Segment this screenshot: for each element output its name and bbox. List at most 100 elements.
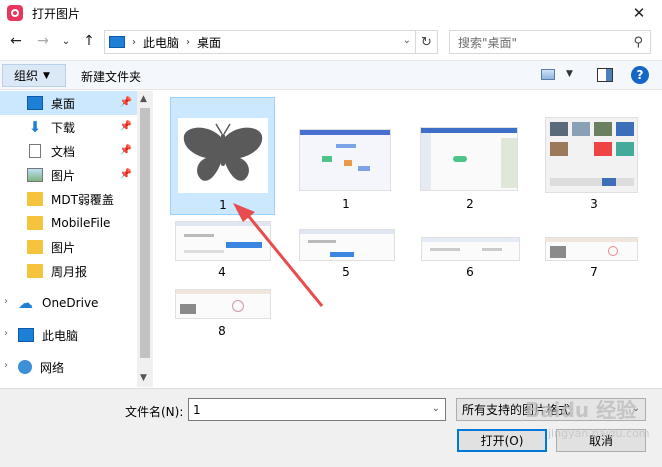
folder-icon xyxy=(27,192,43,206)
image-thumbnail xyxy=(420,127,518,191)
file-tile[interactable]: 3 xyxy=(542,97,647,215)
organize-button[interactable]: 组织 ▼ xyxy=(2,64,66,87)
image-thumbnail xyxy=(421,237,520,261)
file-name: 1 xyxy=(342,197,350,211)
sidebar-item-weekly-report[interactable]: 周月报 xyxy=(0,259,138,283)
sidebar-item-label: 图片 xyxy=(51,168,76,183)
filename-input[interactable]: 1 ⌄ xyxy=(188,398,446,421)
sidebar-item-network[interactable]: 网络 xyxy=(0,355,138,379)
sidebar-item-documents[interactable]: 文档 📌 xyxy=(0,139,138,163)
chevron-down-icon[interactable]: ⌄ xyxy=(432,403,440,414)
scrollbar-thumb[interactable] xyxy=(140,108,150,358)
breadcrumb-desktop[interactable]: 桌面 xyxy=(197,34,221,51)
view-dropdown-icon[interactable]: ▼ xyxy=(566,69,573,79)
document-icon xyxy=(29,144,41,158)
file-name: 6 xyxy=(466,265,474,279)
preview-pane-icon[interactable] xyxy=(597,68,613,82)
pin-icon: 📌 xyxy=(119,121,132,132)
sidebar-item-downloads[interactable]: ⬇ 下载 📌 xyxy=(0,115,138,139)
file-name: 8 xyxy=(218,324,226,338)
organize-label: 组织 xyxy=(14,69,39,83)
image-thumbnail xyxy=(299,129,391,191)
caret-down-icon: ▼ xyxy=(43,70,50,81)
address-bar[interactable]: › 此电脑 › 桌面 ⌄ xyxy=(104,30,416,54)
sidebar-item-label: MDT弱覆盖 xyxy=(51,192,114,207)
filename-label: 文件名(N): xyxy=(125,405,184,419)
close-button[interactable]: ✕ xyxy=(616,0,662,26)
file-tile[interactable]: 8 xyxy=(170,289,275,349)
scroll-down-icon[interactable]: ▼ xyxy=(140,373,147,383)
baidu-watermark: Baidu 经验 xyxy=(525,398,637,422)
refresh-button[interactable]: ↻ xyxy=(416,30,438,54)
search-placeholder: 搜索"桌面" xyxy=(458,35,518,50)
search-input[interactable]: 搜索"桌面" ⚲ xyxy=(449,30,651,54)
pin-icon: 📌 xyxy=(119,97,132,108)
file-tile[interactable]: 6 xyxy=(418,221,523,281)
image-thumbnail xyxy=(299,229,395,261)
sidebar-item-this-pc[interactable]: 此电脑 xyxy=(0,323,138,347)
new-folder-button[interactable]: 新建文件夹 xyxy=(81,68,141,85)
sidebar-item-mobilefile[interactable]: MobileFile xyxy=(0,211,138,235)
image-thumbnail xyxy=(178,118,268,193)
butterfly-image xyxy=(183,123,263,181)
file-list: 1 1 2 3 4 5 6 7 8 xyxy=(154,91,662,387)
sidebar-item-label: 下载 xyxy=(51,120,76,135)
sidebar-item-pictures-folder[interactable]: 图片 xyxy=(0,235,138,259)
file-tile[interactable]: 7 xyxy=(542,221,647,281)
sidebar-item-label: OneDrive xyxy=(42,296,99,310)
sidebar-item-onedrive[interactable]: ☁ OneDrive xyxy=(0,291,138,315)
file-name: 3 xyxy=(590,197,598,211)
pin-icon: 📌 xyxy=(119,169,132,180)
download-icon: ⬇ xyxy=(28,118,42,136)
filename-value: 1 xyxy=(193,402,201,417)
image-thumbnail xyxy=(545,237,638,261)
navigation-bar: ← → ⌄ ↑ › 此电脑 › 桌面 ⌄ ↻ 搜索"桌面" ⚲ xyxy=(0,26,662,58)
sidebar-item-label: 图片 xyxy=(51,240,76,255)
file-tile[interactable]: 2 xyxy=(418,97,523,215)
sidebar-item-label: 桌面 xyxy=(51,96,76,111)
image-thumbnail xyxy=(545,117,638,193)
desktop-icon xyxy=(27,96,43,110)
breadcrumb-this-pc[interactable]: 此电脑 xyxy=(143,34,179,51)
file-tile[interactable]: 4 xyxy=(170,221,275,281)
file-name: 1 xyxy=(219,198,227,212)
sidebar-item-label: 周月报 xyxy=(51,264,88,279)
scroll-up-icon[interactable]: ▲ xyxy=(140,94,147,104)
pictures-icon xyxy=(27,168,43,182)
sidebar-item-desktop[interactable]: 桌面 📌 xyxy=(0,91,138,115)
folder-icon xyxy=(27,216,43,230)
file-name: 4 xyxy=(218,265,226,279)
view-icon[interactable] xyxy=(541,69,555,80)
search-icon[interactable]: ⚲ xyxy=(633,35,643,50)
file-name: 5 xyxy=(342,265,350,279)
sidebar-item-label: 网络 xyxy=(40,360,65,375)
chevron-down-icon[interactable]: ⌄ xyxy=(403,35,411,46)
computer-icon xyxy=(109,36,125,48)
computer-icon xyxy=(18,328,34,342)
chevron-right-icon: › xyxy=(132,36,136,48)
forward-button[interactable]: → xyxy=(33,31,53,51)
window-title: 打开图片 xyxy=(32,6,81,21)
file-tile[interactable]: 5 xyxy=(294,221,399,281)
help-button[interactable]: ? xyxy=(631,66,649,84)
back-button[interactable]: ← xyxy=(6,31,26,51)
pin-icon: 📌 xyxy=(119,145,132,156)
navigation-pane: 桌面 📌 ⬇ 下载 📌 文档 📌 图片 📌 MDT弱覆盖 MobileFile … xyxy=(0,91,153,387)
recent-locations-button[interactable]: ⌄ xyxy=(56,31,76,51)
image-thumbnail xyxy=(175,221,271,261)
sidebar-item-mdt[interactable]: MDT弱覆盖 xyxy=(0,187,138,211)
file-tile[interactable]: 1 xyxy=(170,97,275,215)
file-name: 7 xyxy=(590,265,598,279)
sidebar-item-pictures[interactable]: 图片 📌 xyxy=(0,163,138,187)
up-button[interactable]: ↑ xyxy=(79,31,99,51)
network-icon xyxy=(18,360,32,374)
sidebar-scrollbar[interactable]: ▲ ▼ xyxy=(137,91,153,387)
file-name: 2 xyxy=(466,197,474,211)
folder-icon xyxy=(27,264,43,278)
open-button[interactable]: 打开(O) xyxy=(457,429,547,452)
sidebar-item-label: 文档 xyxy=(51,144,76,159)
file-tile[interactable]: 1 xyxy=(294,97,399,215)
command-bar: 组织 ▼ 新建文件夹 ▼ ? xyxy=(0,60,662,90)
folder-icon xyxy=(27,240,43,254)
baidu-watermark-url: jingyan.baidu.com xyxy=(548,427,650,440)
